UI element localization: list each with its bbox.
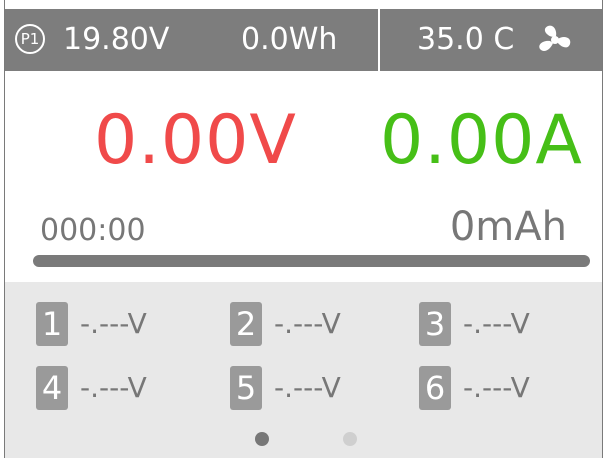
cell-voltage: -.---V — [463, 307, 530, 340]
cell-voltage: -.---V — [80, 371, 147, 404]
cell-voltage: -.---V — [274, 307, 341, 340]
page-dot-1[interactable] — [255, 432, 269, 446]
cell-voltage: -.---V — [274, 371, 341, 404]
cell-number: 4 — [36, 366, 68, 410]
cell-number: 2 — [230, 302, 262, 346]
status-bar: P1 19.80V 0.0Wh 35.0 C — [5, 9, 602, 71]
page-dot-2[interactable] — [343, 432, 357, 446]
progress-fill — [33, 255, 590, 267]
temperature-reading: 35.0 C — [417, 22, 515, 57]
cell-voltage-panel: 1 -.---V 2 -.---V 3 -.---V 4 -.---V 5 -.… — [5, 282, 602, 458]
cell-number: 5 — [230, 366, 262, 410]
elapsed-time: 000:00 — [40, 213, 146, 248]
cell-voltage: -.---V — [80, 307, 147, 340]
status-divider — [378, 9, 380, 71]
output-current: 0.00A — [380, 101, 583, 180]
charger-screen: P1 19.80V 0.0Wh 35.0 C 0.00V 0.00A 000:0… — [0, 0, 607, 458]
profile-badge[interactable]: P1 — [15, 24, 45, 54]
cell-voltage: -.---V — [463, 371, 530, 404]
progress-bar — [33, 255, 590, 267]
energy-reading: 0.0Wh — [241, 22, 338, 57]
fan-icon — [539, 25, 571, 52]
input-voltage: 19.80V — [63, 22, 170, 57]
cell-number: 1 — [36, 302, 68, 346]
screen-edge-right — [602, 0, 603, 458]
cell-number: 3 — [419, 302, 451, 346]
cell-number: 6 — [419, 366, 451, 410]
output-voltage: 0.00V — [94, 101, 297, 180]
capacity-reading: 0mAh — [449, 204, 567, 250]
